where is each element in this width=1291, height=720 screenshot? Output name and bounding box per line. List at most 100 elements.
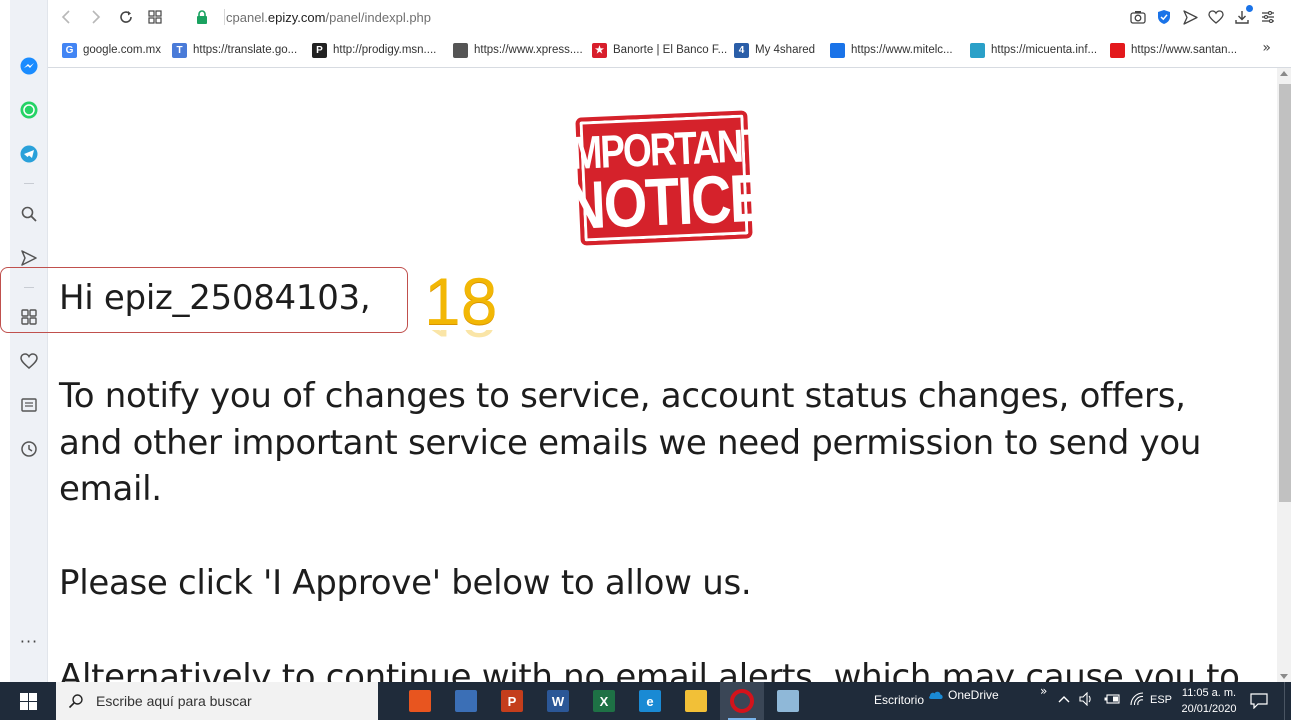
bookmarks-overflow-button[interactable]: » — [1262, 40, 1271, 56]
bookmark-label: https://translate.go... — [193, 44, 298, 56]
office-icon — [409, 690, 431, 712]
heart-icon[interactable] — [19, 351, 39, 371]
bookmark-item[interactable]: Ggoogle.com.mx — [62, 41, 161, 59]
wifi-icon — [1130, 692, 1144, 706]
file-icon — [453, 42, 468, 58]
browser-sidebar: ··· — [10, 0, 48, 682]
annotation-highlight-box — [0, 267, 408, 333]
edge-icon: e — [639, 690, 661, 712]
search-icon[interactable] — [19, 204, 39, 224]
show-desktop-button[interactable] — [1284, 682, 1291, 720]
stamp-line-2: NOTICE — [563, 159, 767, 244]
powerpoint-icon: P — [501, 690, 523, 712]
whatsapp-icon[interactable] — [19, 100, 39, 120]
banorte-icon: ★ — [592, 42, 607, 58]
translate-icon: T — [172, 42, 187, 58]
sidebar-more-button[interactable]: ··· — [18, 632, 40, 651]
opera-icon — [730, 689, 754, 713]
vpn-shield-icon[interactable] — [1155, 8, 1173, 26]
important-notice-stamp: IMPORTANT NOTICE — [562, 110, 766, 246]
bookmarks-bar: Ggoogle.com.mx Thttps://translate.go... Ph… — [48, 37, 1291, 63]
search-placeholder: Escribe aquí para buscar — [96, 693, 252, 709]
history-icon[interactable] — [19, 439, 39, 459]
bookmark-label: https://micuenta.inf... — [991, 44, 1098, 56]
bookmark-heart-icon[interactable] — [1207, 8, 1225, 26]
tabs-grid-icon[interactable] — [145, 7, 165, 27]
windows-taskbar: Escribe aquí para buscar P W Xe Escritorio… — [0, 682, 1291, 720]
file-explorer-icon — [685, 690, 707, 712]
mitelcel-icon — [830, 42, 845, 58]
annotation-step-number: 18 — [424, 264, 498, 338]
toolbar-actions — [1129, 5, 1277, 27]
camera-icon[interactable] — [1129, 8, 1147, 26]
window-edge — [0, 0, 10, 682]
bookmark-item[interactable]: Phttp://prodigy.msn.... — [312, 41, 436, 59]
bookmark-item[interactable]: Thttps://translate.go... — [172, 41, 297, 59]
taskbar-app-button[interactable]: e — [628, 682, 672, 720]
notice-paragraph-line: To notify you of changes to service, acc… — [59, 376, 1186, 416]
bookmark-item[interactable]: https://www.xpress.... — [453, 41, 583, 59]
clock-time: 11:05 a. m. — [1181, 687, 1237, 699]
santander-icon — [1110, 42, 1125, 58]
taskbar-app-button[interactable] — [674, 682, 718, 720]
bookmark-item[interactable]: ★ Banorte | El Banco F... — [592, 41, 727, 59]
bookmark-label: https://www.xpress.... — [474, 44, 583, 56]
approve-instruction: Please click 'I Approve' below to allow … — [59, 563, 752, 603]
taskbar-clock[interactable]: 11:05 a. m. 20/01/2020 — [1176, 685, 1242, 717]
onedrive-cloud-icon — [929, 691, 943, 699]
notice-paragraph-line: email. — [59, 469, 162, 509]
clock-date: 20/01/2020 — [1181, 703, 1237, 715]
page-scrollbar[interactable] — [1277, 68, 1291, 682]
4shared-icon: 4 — [734, 42, 749, 58]
bookmark-label: https://www.mitelc... — [851, 44, 953, 56]
taskbar-app-button[interactable] — [444, 682, 488, 720]
telegram-icon[interactable] — [19, 144, 39, 164]
volume-icon — [1079, 692, 1091, 706]
taskbar-app-button[interactable] — [398, 682, 442, 720]
word-icon: W — [547, 690, 569, 712]
search-icon — [68, 694, 83, 709]
toolbar-chevron[interactable]: » — [1040, 684, 1047, 698]
taskbar-app-button[interactable]: W — [536, 682, 580, 720]
start-button[interactable] — [0, 682, 56, 720]
excel-icon: X — [593, 690, 615, 712]
onedrive-text: OneDrive — [948, 688, 999, 702]
taskbar-app-button[interactable] — [720, 682, 764, 720]
notification-center-icon[interactable] — [1248, 691, 1270, 711]
page-content: IMPORTANT NOTICE Hi epiz_25084103, To no… — [48, 68, 1277, 682]
download-icon[interactable] — [1233, 5, 1253, 26]
reload-icon[interactable] — [116, 7, 136, 27]
bookmark-item[interactable]: https://micuenta.inf... — [970, 41, 1097, 59]
flow-send-icon[interactable] — [1181, 8, 1199, 26]
messenger-icon[interactable] — [19, 56, 39, 76]
scroll-up-arrow-icon[interactable] — [1280, 71, 1288, 76]
firefox-like-icon — [455, 690, 477, 712]
scroll-thumb[interactable] — [1279, 84, 1291, 502]
desktop-screen: ··· cpanel.epizy.com/panel/indexpl.php G… — [0, 0, 1291, 720]
address-bar: cpanel.epizy.com/panel/indexpl.php — [48, 0, 1291, 36]
onedrive-label[interactable]: OneDrive — [928, 688, 999, 702]
desktop-toolbar-label[interactable]: Escritorio — [874, 693, 924, 707]
taskbar-search-input[interactable]: Escribe aquí para buscar — [56, 682, 378, 720]
send-flow-icon[interactable] — [19, 248, 39, 268]
url-path: /panel/indexpl.php — [325, 10, 432, 25]
news-icon[interactable] — [19, 395, 39, 415]
taskbar-app-button[interactable] — [766, 682, 810, 720]
windows-logo-icon — [19, 692, 37, 710]
language-indicator[interactable]: ESP — [1150, 694, 1172, 706]
url-field[interactable]: cpanel.epizy.com/panel/indexpl.php — [226, 10, 431, 25]
notes-icon — [777, 690, 799, 712]
easy-setup-icon[interactable] — [1259, 8, 1277, 26]
prodigy-icon: P — [312, 42, 327, 58]
taskbar-app-button[interactable]: X — [582, 682, 626, 720]
tray-up-arrow-icon — [1058, 696, 1070, 703]
forward-icon[interactable] — [86, 7, 106, 27]
bookmark-item[interactable]: 4 My 4shared — [734, 41, 815, 59]
lock-icon[interactable] — [192, 7, 212, 27]
bookmark-label: Banorte | El Banco F... — [613, 44, 728, 56]
scroll-down-arrow-icon[interactable] — [1280, 674, 1288, 679]
bookmark-item[interactable]: https://www.santan... — [1110, 41, 1237, 59]
bookmark-item[interactable]: https://www.mitelc... — [830, 41, 953, 59]
taskbar-app-button[interactable]: P — [490, 682, 534, 720]
back-icon[interactable] — [56, 7, 76, 27]
